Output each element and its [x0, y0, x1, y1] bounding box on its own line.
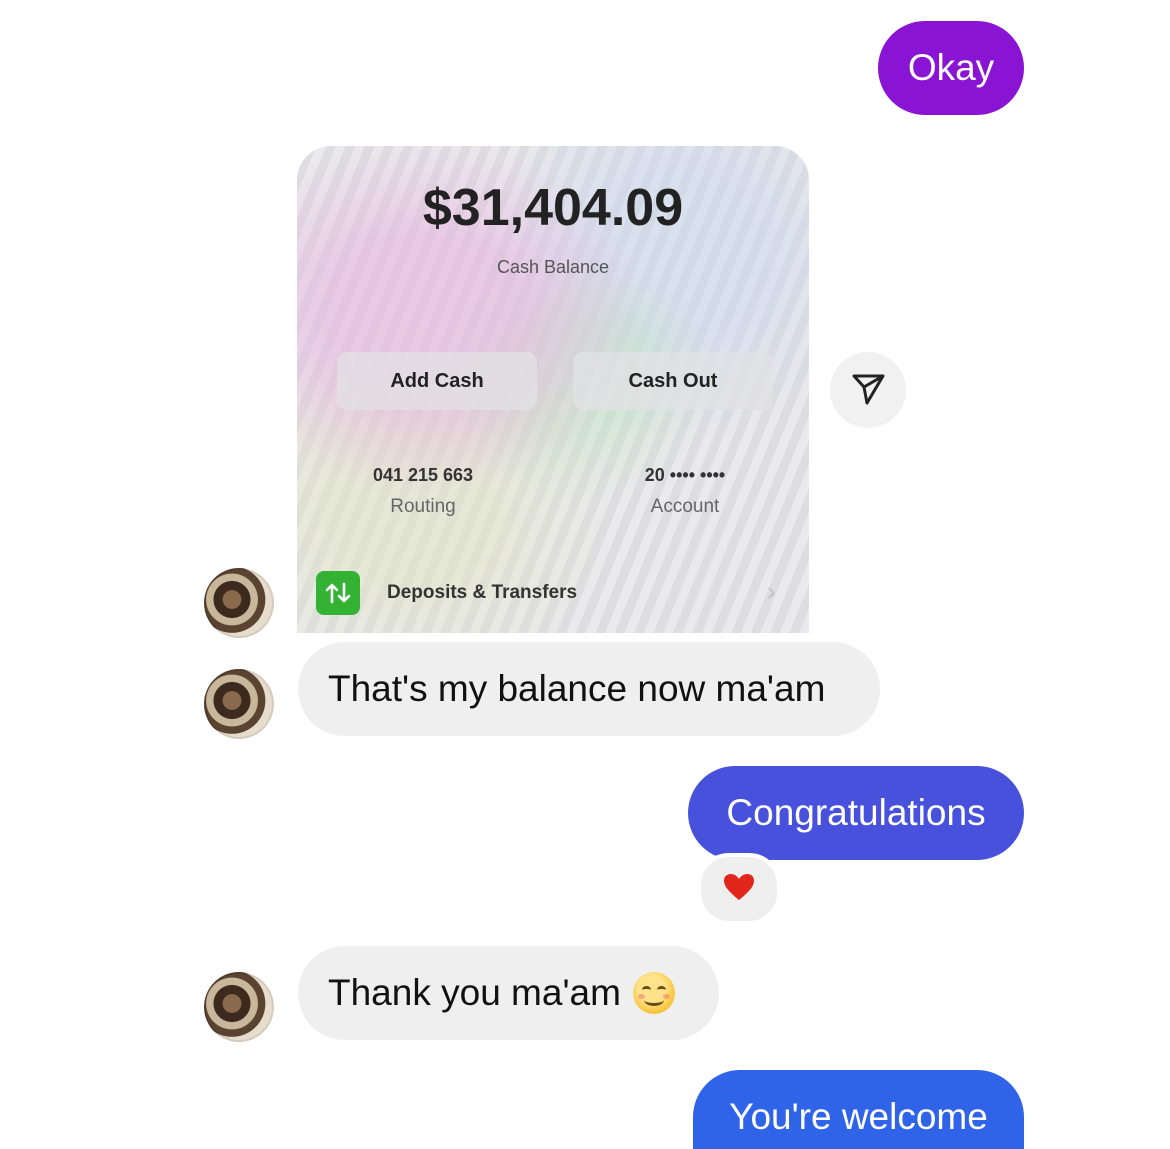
paper-plane-icon	[849, 369, 887, 412]
message-bubble-congratulations[interactable]: Congratulations	[688, 766, 1024, 860]
contact-avatar[interactable]	[204, 669, 274, 739]
contact-avatar[interactable]	[204, 568, 274, 638]
message-bubble-okay[interactable]: Okay	[878, 21, 1024, 115]
reaction-badge[interactable]	[697, 853, 781, 925]
chevron-right-icon: ›	[767, 576, 776, 606]
share-button[interactable]	[830, 352, 906, 428]
routing-number: 041 215 663	[372, 465, 474, 485]
balance-screenshot-card[interactable]: $31,404.09 Cash Balance Add Cash Cash Ou…	[297, 146, 809, 633]
message-bubble-welcome[interactable]: You're welcome	[693, 1070, 1024, 1149]
cash-balance-amount: $31,404.09	[422, 179, 684, 237]
cash-out-button: Cash Out	[573, 352, 773, 410]
message-bubble-thank-you[interactable]: Thank you ma'am	[298, 946, 719, 1040]
cash-balance-label: Cash Balance	[496, 257, 610, 277]
account-number: 20 •••• ••••	[644, 465, 726, 485]
routing-label: Routing	[390, 496, 456, 517]
message-text: You're welcome	[729, 1096, 988, 1137]
deposits-transfers-label: Deposits & Transfers	[387, 582, 578, 603]
contact-avatar[interactable]	[204, 972, 274, 1042]
up-down-arrows-icon	[316, 571, 360, 615]
message-text: Congratulations	[726, 792, 986, 833]
message-text: Thank you ma'am	[328, 972, 621, 1013]
message-bubble-balance[interactable]: That's my balance now ma'am	[298, 642, 880, 736]
message-text: That's my balance now ma'am	[328, 668, 826, 709]
heart-icon	[722, 872, 756, 907]
add-cash-button: Add Cash	[337, 352, 537, 410]
smiling-face-icon	[632, 972, 675, 1014]
message-text: Okay	[907, 47, 995, 88]
account-label: Account	[650, 496, 720, 517]
